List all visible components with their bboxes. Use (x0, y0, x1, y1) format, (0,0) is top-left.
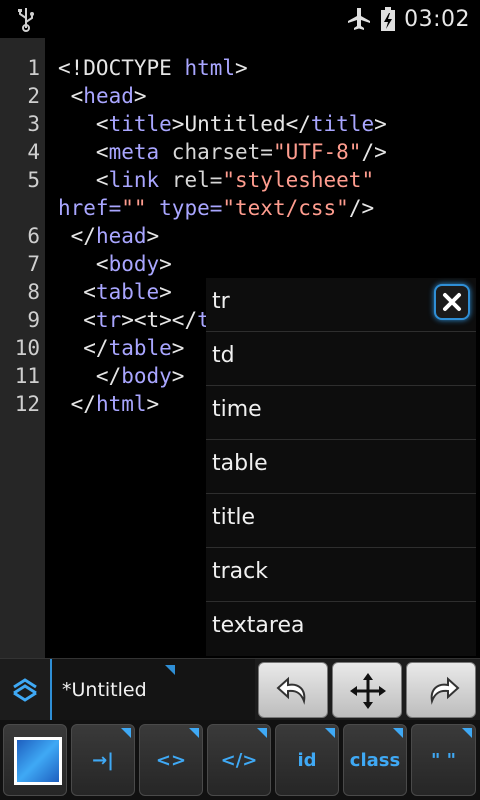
corner-indicator (325, 728, 335, 738)
airplane-icon (348, 8, 371, 30)
close-tag-key[interactable]: </> (207, 724, 271, 796)
line-number: 2 (27, 84, 40, 108)
corner-indicator (165, 665, 175, 675)
autocomplete-item[interactable]: td (206, 332, 476, 386)
autocomplete-popup: tr td time table title track textarea (206, 278, 476, 656)
code-line-10: </table> (58, 336, 185, 360)
class-key[interactable]: class (343, 724, 407, 796)
code-line-3: <title>Untitled</title> (58, 112, 387, 136)
redo-icon (430, 676, 460, 705)
line-number: 9 (27, 308, 40, 332)
undo-icon (276, 676, 306, 705)
id-key[interactable]: id (275, 724, 339, 796)
corner-indicator (462, 728, 472, 738)
corner-indicator (393, 728, 403, 738)
code-line-11: </body> (58, 364, 185, 388)
line-number: 8 (27, 280, 40, 304)
code-line-8: <table> (58, 280, 172, 304)
code-line-4: <meta charset="UTF-8"/> (58, 140, 387, 164)
autocomplete-item[interactable]: title (206, 494, 476, 548)
move-cursor-button[interactable] (332, 662, 402, 718)
autocomplete-item[interactable]: track (206, 548, 476, 602)
line-number: 12 (14, 392, 40, 416)
usb-icon (18, 8, 34, 32)
clock: 03:02 (404, 6, 470, 32)
file-name: *Untitled (62, 679, 147, 701)
line-number: 7 (27, 252, 40, 276)
layers-icon (13, 678, 37, 702)
open-tag-key[interactable]: <> (139, 724, 203, 796)
code-line-1: <!DOCTYPE html> (58, 56, 248, 80)
code-line-5: <link rel="stylesheet" (58, 168, 375, 192)
autocomplete-item[interactable]: time (206, 386, 476, 440)
corner-indicator (257, 728, 267, 738)
tab-key[interactable]: →| (71, 724, 135, 796)
close-icon (443, 293, 461, 311)
code-line-7: <body> (58, 252, 172, 276)
autocomplete-item[interactable]: table (206, 440, 476, 494)
line-number: 10 (14, 336, 40, 360)
corner-indicator (189, 728, 199, 738)
preview-icon (14, 737, 62, 785)
code-line-12: </html> (58, 392, 160, 416)
move-arrows-icon (350, 673, 386, 709)
line-number: 3 (27, 112, 40, 136)
code-line-5-wrap: href="" type="text/css"/> (58, 196, 375, 220)
quick-key-row: →| <> </> id class " " (0, 720, 480, 800)
layers-button[interactable] (0, 659, 50, 721)
undo-button[interactable] (258, 662, 328, 718)
battery-icon (381, 7, 396, 31)
line-number: 11 (14, 364, 40, 388)
autocomplete-item[interactable]: textarea (206, 602, 476, 656)
close-popup-button[interactable] (434, 284, 470, 320)
preview-button[interactable] (3, 724, 67, 796)
code-line-6: </head> (58, 224, 160, 248)
line-number: 4 (27, 140, 40, 164)
editor-toolbar: *Untitled (0, 658, 480, 721)
corner-indicator (121, 728, 131, 738)
line-number: 1 (27, 56, 40, 80)
status-bar: 03:02 (0, 0, 480, 38)
line-number-gutter: 1 2 3 4 5 6 7 8 9 10 11 12 (0, 38, 45, 658)
file-tab[interactable]: *Untitled (50, 659, 255, 721)
line-number: 5 (27, 168, 40, 192)
quotes-key[interactable]: " " (411, 724, 476, 796)
code-line-2: <head> (58, 84, 147, 108)
redo-button[interactable] (406, 662, 476, 718)
line-number: 6 (27, 224, 40, 248)
